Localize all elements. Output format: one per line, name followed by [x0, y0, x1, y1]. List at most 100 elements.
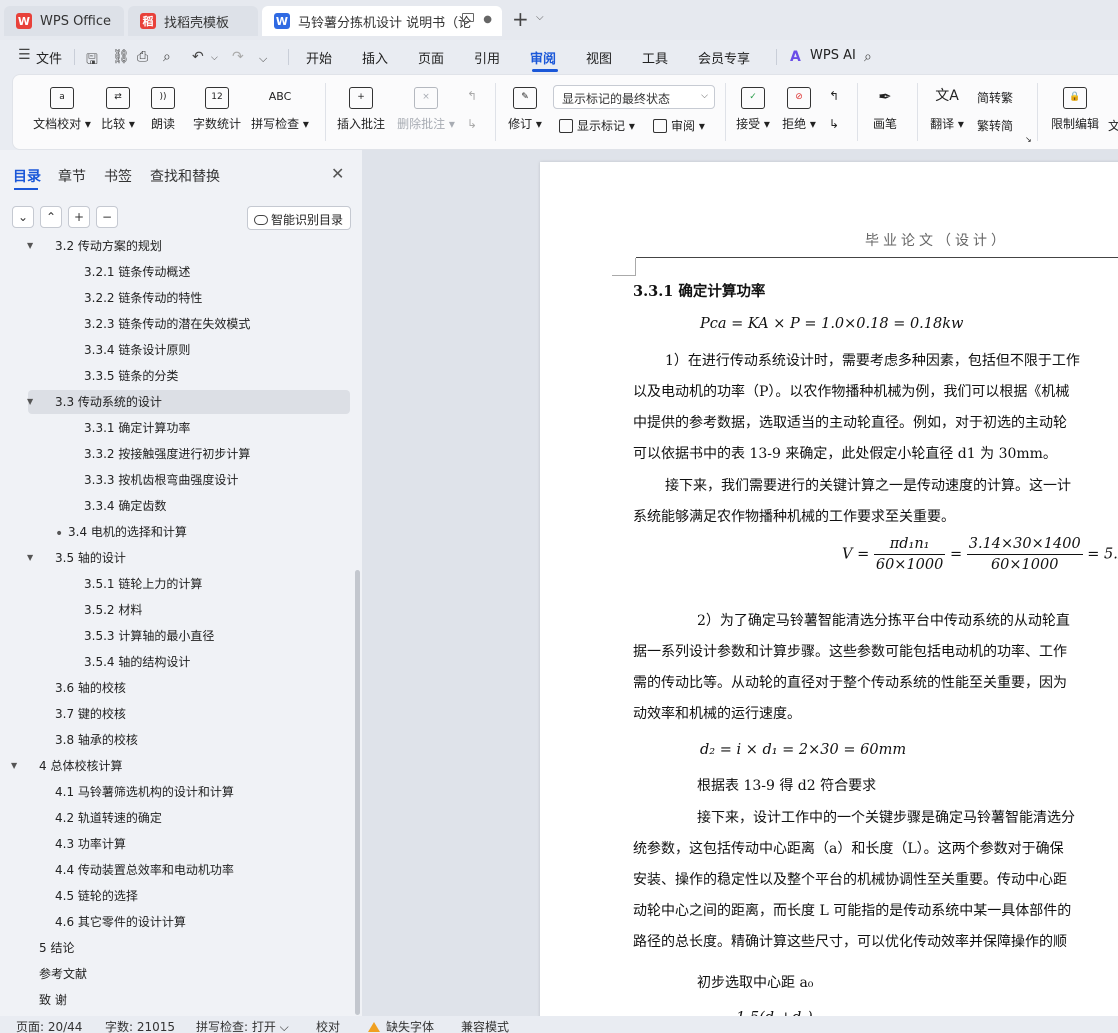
print-icon[interactable]: ⎙ [137, 49, 148, 65]
show-markup-button[interactable]: 显示标记 ▾ [559, 117, 635, 134]
toc-item[interactable]: 3.5.1 链轮上力的计算 [0, 572, 350, 596]
menu-review[interactable]: 审阅 [530, 48, 556, 67]
spell-check-status[interactable]: 拼写检查: 打开 ⌵ [196, 1018, 289, 1033]
reject-button[interactable]: ⊘ 拒绝 ▾ [779, 87, 819, 132]
collapse-down-button[interactable]: ⌄ [12, 206, 34, 228]
toc-item[interactable]: 4.4 传动装置总效率和电动机功率 [0, 858, 350, 882]
expand-group-icon[interactable]: ↘ [1025, 135, 1032, 144]
menu-reference[interactable]: 引用 [474, 48, 500, 67]
insert-comment-button[interactable]: + 插入批注 [335, 87, 387, 132]
word-count-status[interactable]: 字数: 21015 [105, 1018, 175, 1033]
missing-font-status[interactable]: 缺失字体 [368, 1018, 434, 1033]
add-heading-button[interactable]: + [68, 206, 90, 228]
menu-wps-ai[interactable]: WPS AI [810, 48, 856, 63]
toc-item[interactable]: 3.3.4 链条设计原则 [0, 338, 350, 362]
nav-scrollbar[interactable] [355, 570, 360, 1015]
markup-mode-select[interactable]: 显示标记的最终状态 ⌵ [553, 85, 715, 109]
prev-change-icon[interactable]: ↰ [829, 89, 839, 103]
redo-icon[interactable]: ↷ [232, 49, 244, 65]
chevron-down-icon[interactable]: ⌵ [536, 12, 544, 23]
spell-check-button[interactable]: ABC 拼写检查 ▾ [249, 87, 311, 132]
toc-item[interactable]: 3.3.1 确定计算功率 [0, 416, 350, 440]
read-aloud-button[interactable]: )) 朗读 [147, 87, 179, 132]
toc-item[interactable]: 3.8 轴承的校核 [0, 728, 350, 752]
toc-item[interactable]: ▼ 4 总体校核计算 [0, 754, 350, 778]
print-preview-icon[interactable]: ⌕ [163, 49, 171, 65]
unsaved-dot-icon[interactable]: ● [483, 14, 492, 25]
toc-item[interactable]: 3.6 轴的校核 [0, 676, 350, 700]
tab-document[interactable]: W 马铃薯分拣机设计 说明书（论 ● [262, 6, 502, 36]
nav-tab-toc[interactable]: 目录 [13, 166, 41, 186]
next-change-icon[interactable]: ↳ [829, 117, 839, 131]
translate-button[interactable]: 文A 翻译 ▾ [925, 87, 969, 132]
toc-item[interactable]: 4.1 马铃薯筛选机构的设计和计算 [0, 780, 350, 804]
nav-tab-find-replace[interactable]: 查找和替换 [150, 166, 220, 186]
toc-item[interactable]: ▼ 3.5 轴的设计 [0, 546, 350, 570]
collapse-up-button[interactable]: ⌃ [40, 206, 62, 228]
menu-insert[interactable]: 插入 [362, 48, 388, 67]
hamburger-icon[interactable]: ☰ [18, 47, 31, 63]
accept-button[interactable]: ✓ 接受 ▾ [733, 87, 773, 132]
tab-template[interactable]: 稻 找稻壳模板 [128, 6, 258, 36]
search-icon[interactable]: ⌕ [864, 49, 872, 65]
menu-file[interactable]: 文件 [36, 48, 62, 67]
track-changes-button[interactable]: ✎ 修订 ▾ [505, 87, 545, 132]
toc-item[interactable]: 3.5.4 轴的结构设计 [0, 650, 350, 674]
expand-arrow-icon[interactable]: ▼ [27, 546, 33, 570]
toc-item[interactable]: 3.2.3 链条传动的潜在失效模式 [0, 312, 350, 336]
to-simplified-button[interactable]: 繁转简 [977, 117, 1013, 134]
doc-check-button[interactable]: a 文档校对 ▾ [29, 87, 95, 132]
restrict-edit-button[interactable]: 🔒 限制编辑 [1047, 87, 1103, 132]
toc-item[interactable]: 致 谢 [0, 988, 350, 1012]
next-comment-icon[interactable]: ↳ [467, 117, 477, 131]
menu-page[interactable]: 页面 [418, 48, 444, 67]
undo-icon[interactable]: ↶ [192, 49, 204, 65]
expand-arrow-icon[interactable]: ▼ [11, 754, 17, 778]
close-icon[interactable]: ✕ [331, 164, 344, 183]
toc-item[interactable]: 3.5.2 材料 [0, 598, 350, 622]
toc-item[interactable]: 3.7 键的校核 [0, 702, 350, 726]
document-area[interactable]: 毕业论文（设计） 3.3.1 确定计算功率 Pca = KA × P = 1.0… [362, 150, 1118, 1016]
new-tab-plus-icon[interactable]: + [512, 9, 529, 29]
toc-item[interactable]: 3.3.2 按接触强度进行初步计算 [0, 442, 350, 466]
monitor-icon[interactable] [462, 13, 474, 22]
word-count-button[interactable]: 12 字数统计 [189, 87, 245, 132]
toc-item[interactable]: ▼ 3.3 传动系统的设计 [27, 390, 350, 414]
more-chevron-icon[interactable]: ⌵ [259, 52, 267, 66]
toc-item[interactable]: 3.3.4 确定齿数 [0, 494, 350, 518]
toc-item[interactable]: 4.6 其它零件的设计计算 [0, 910, 350, 934]
toc-item[interactable]: 3.2.1 链条传动概述 [0, 260, 350, 284]
expand-arrow-icon[interactable]: ▼ [27, 240, 33, 258]
to-traditional-button[interactable]: 简转繁 [977, 89, 1013, 106]
toc-item[interactable]: • 3.4 电机的选择和计算 [0, 520, 350, 544]
toc-item[interactable]: 3.3.3 按机齿根弯曲强度设计 [0, 468, 350, 492]
nav-tab-chapters[interactable]: 章节 [58, 166, 86, 186]
undo-chevron-icon[interactable]: ⌵ [211, 53, 218, 63]
prev-comment-icon[interactable]: ↰ [467, 89, 477, 103]
review-pane-button[interactable]: 审阅 ▾ [653, 117, 705, 134]
page-indicator[interactable]: 页面: 20/44 [16, 1018, 82, 1033]
document-page[interactable]: 毕业论文（设计） 3.3.1 确定计算功率 Pca = KA × P = 1.0… [540, 162, 1118, 1016]
tab-wps-office[interactable]: W WPS Office [4, 6, 124, 36]
menu-tools[interactable]: 工具 [642, 48, 668, 67]
proofread-status[interactable]: 校对 [316, 1018, 340, 1033]
more-button[interactable]: 文 [1107, 117, 1118, 134]
toc-item[interactable]: 3.2.2 链条传动的特性 [0, 286, 350, 310]
menu-view[interactable]: 视图 [586, 48, 612, 67]
menu-start[interactable]: 开始 [306, 48, 332, 67]
compare-button[interactable]: ⇄ 比较 ▾ [99, 87, 137, 132]
smart-toc-button[interactable]: 智能识别目录 [247, 206, 351, 230]
link-icon[interactable]: ⛓ [112, 49, 130, 65]
save-icon[interactable]: 🖫 [86, 49, 98, 73]
toc-item[interactable]: 5 结论 [0, 936, 350, 960]
toc-item[interactable]: 参考文献 [0, 962, 350, 986]
delete-comment-button[interactable]: × 删除批注 ▾ [395, 87, 457, 132]
expand-arrow-icon[interactable]: ▼ [27, 390, 33, 414]
toc-item[interactable]: 4.3 功率计算 [0, 832, 350, 856]
toc-item[interactable]: 4.2 轨道转速的确定 [0, 806, 350, 830]
pen-button[interactable]: ✒ 画笔 [867, 87, 903, 132]
toc-item[interactable]: 3.5.3 计算轴的最小直径 [0, 624, 350, 648]
menu-member[interactable]: 会员专享 [698, 48, 750, 67]
toc-item[interactable]: ▼ 3.2 传动方案的规划 [0, 240, 350, 258]
remove-heading-button[interactable]: − [96, 206, 118, 228]
